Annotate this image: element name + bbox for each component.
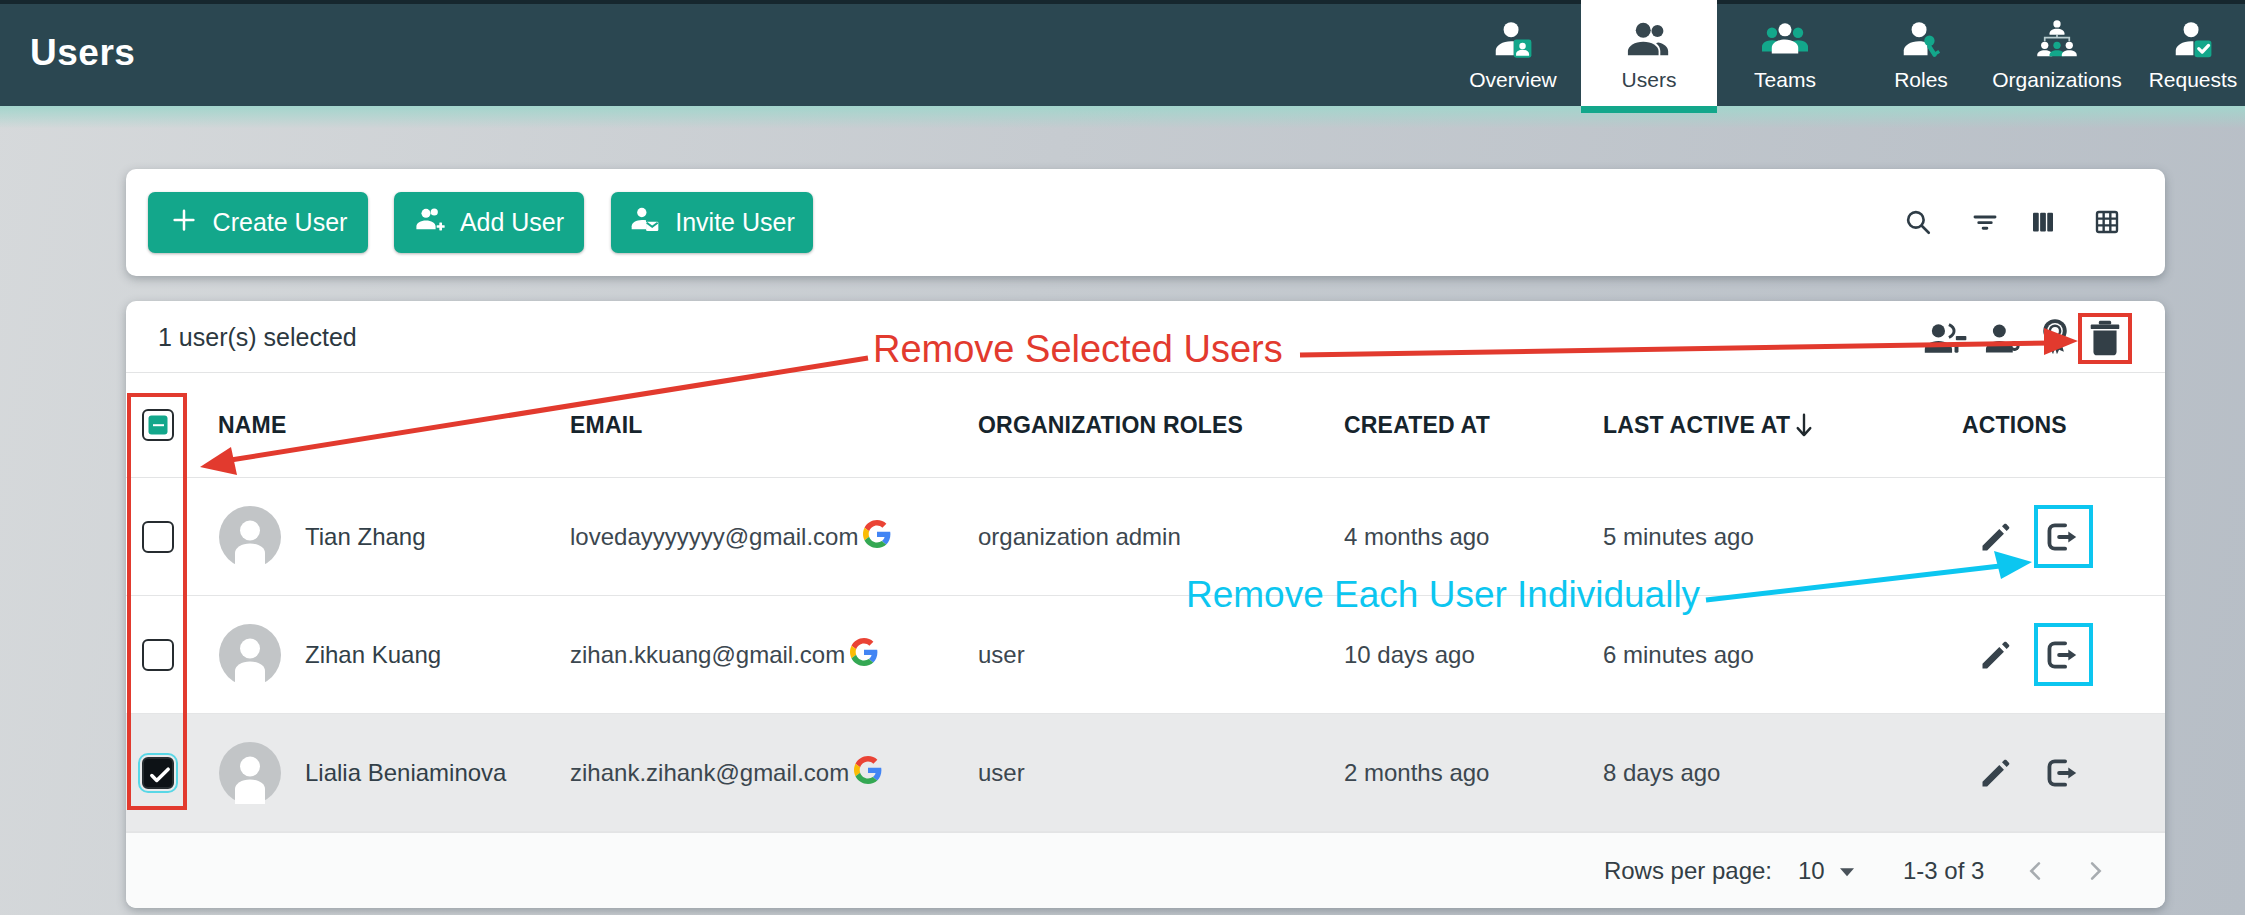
invite-user-label: Invite User [675, 208, 794, 237]
user-email: lovedayyyyyyy@gmail.com [570, 523, 858, 551]
columns-icon[interactable] [2028, 207, 2058, 237]
user-created-at: 2 months ago [1344, 759, 1489, 787]
user-name: Tian Zhang [305, 523, 426, 551]
column-header-last-active-at[interactable]: LAST ACTIVE AT [1603, 412, 1790, 439]
sort-desc-arrow-icon[interactable] [1792, 412, 1816, 440]
tab-organizations[interactable]: Organizations [1989, 0, 2125, 106]
search-icon[interactable] [1903, 207, 1933, 237]
table-row[interactable]: Tian Zhang lovedayyyyyyy@gmail.com organ… [126, 478, 2165, 596]
avatar [219, 624, 281, 686]
avatar [219, 506, 281, 568]
tab-label: Users [1622, 68, 1677, 92]
tab-label: Requests [2149, 68, 2238, 92]
column-header-actions: ACTIONS [1962, 412, 2067, 439]
add-user-label: Add User [460, 208, 564, 237]
pagination-range: 1-3 of 3 [1903, 857, 1984, 885]
person-gear-icon[interactable] [1984, 318, 2026, 358]
row-checkbox-checked[interactable] [142, 757, 174, 789]
rows-per-page-label: Rows per page: [1604, 857, 1772, 885]
user-email: zihan.kkuang@gmail.com [570, 641, 845, 669]
overview-person-badge-icon [1490, 16, 1536, 64]
table-header-row: NAME EMAIL ORGANIZATION ROLES CREATED AT… [126, 373, 2165, 478]
users-table-card: 1 user(s) selected NAME EMAIL ORGANIZATI… [126, 301, 2165, 908]
remove-user-exit-icon[interactable] [2042, 754, 2080, 792]
table-footer: Rows per page: 10 1-3 of 3 [126, 832, 2165, 908]
remove-user-exit-icon[interactable] [2042, 518, 2080, 556]
user-last-active-at: 5 minutes ago [1603, 523, 1754, 551]
user-org-roles: organization admin [978, 523, 1181, 551]
user-name: Lialia Beniaminova [305, 759, 506, 787]
next-page-chevron-icon[interactable] [2081, 857, 2109, 885]
tab-requests[interactable]: Requests [2125, 0, 2245, 106]
user-created-at: 4 months ago [1344, 523, 1489, 551]
roles-person-key-icon [1898, 16, 1944, 64]
tab-overview[interactable]: Overview [1445, 0, 1581, 106]
create-user-button[interactable]: Create User [148, 192, 368, 253]
google-icon [854, 756, 882, 790]
grid-icon[interactable] [2092, 207, 2122, 237]
app-header: Users Overview Users Teams Roles [0, 0, 2245, 106]
selection-bar: 1 user(s) selected [126, 301, 2165, 373]
tab-label: Organizations [1992, 68, 2122, 92]
user-last-active-at: 8 days ago [1603, 759, 1720, 787]
tab-users[interactable]: Users [1581, 0, 1717, 106]
row-checkbox[interactable] [142, 639, 174, 671]
user-name: Zihan Kuang [305, 641, 441, 669]
requests-person-check-icon [2170, 16, 2216, 64]
column-header-created-at[interactable]: CREATED AT [1344, 412, 1490, 439]
column-header-name[interactable]: NAME [218, 412, 287, 439]
page-title: Users [30, 32, 135, 74]
rows-per-page-dropdown-caret-icon[interactable] [1840, 868, 1854, 876]
award-icon[interactable] [2039, 316, 2071, 360]
tab-teams[interactable]: Teams [1717, 0, 1853, 106]
filter-icon[interactable] [1970, 207, 2000, 237]
toolbar-card: Create User Add User Invite User [126, 169, 2165, 276]
tab-label: Roles [1894, 68, 1948, 92]
users-people-icon [1626, 16, 1672, 64]
selection-count: 1 user(s) selected [158, 322, 357, 351]
user-email-cell: zihan.kkuang@gmail.com [570, 638, 878, 672]
nav-tabs: Overview Users Teams Roles Organizations [1445, 0, 2245, 106]
header-glow-strip [0, 106, 2245, 136]
tab-label: Overview [1469, 68, 1557, 92]
create-user-label: Create User [213, 208, 348, 237]
trash-icon[interactable] [2088, 317, 2122, 359]
teams-group-icon [1762, 16, 1808, 64]
tab-roles[interactable]: Roles [1853, 0, 1989, 106]
user-created-at: 10 days ago [1344, 641, 1475, 669]
remove-user-exit-icon[interactable] [2042, 636, 2080, 674]
add-user-icon [414, 204, 446, 242]
column-header-email[interactable]: EMAIL [570, 412, 643, 439]
google-icon [850, 638, 878, 672]
table-row-selected[interactable]: Lialia Beniaminova zihank.zihank@gmail.c… [126, 714, 2165, 832]
user-org-roles: user [978, 759, 1025, 787]
table-row[interactable]: Zihan Kuang zihan.kkuang@gmail.com user … [126, 596, 2165, 714]
invite-user-icon [629, 204, 661, 242]
user-email: zihank.zihank@gmail.com [570, 759, 849, 787]
edit-pencil-icon[interactable] [1978, 519, 2014, 555]
edit-pencil-icon[interactable] [1978, 755, 2014, 791]
row-checkbox[interactable] [142, 521, 174, 553]
edit-pencil-icon[interactable] [1978, 637, 2014, 673]
avatar [219, 742, 281, 804]
plus-icon [169, 205, 199, 241]
select-all-checkbox[interactable] [142, 409, 174, 441]
tab-label: Teams [1754, 68, 1816, 92]
column-header-organization-roles[interactable]: ORGANIZATION ROLES [978, 412, 1243, 439]
person-minus-icon[interactable] [1922, 318, 1968, 358]
user-email-cell: zihank.zihank@gmail.com [570, 756, 882, 790]
user-last-active-at: 6 minutes ago [1603, 641, 1754, 669]
invite-user-button[interactable]: Invite User [611, 192, 813, 253]
user-org-roles: user [978, 641, 1025, 669]
add-user-button[interactable]: Add User [394, 192, 584, 253]
rows-per-page-value[interactable]: 10 [1798, 857, 1825, 885]
user-email-cell: lovedayyyyyyy@gmail.com [570, 520, 891, 554]
google-icon [863, 520, 891, 554]
checkbox-indeterminate-mark [149, 416, 168, 435]
previous-page-chevron-icon[interactable] [2022, 857, 2050, 885]
organizations-hierarchy-icon [2034, 16, 2080, 64]
